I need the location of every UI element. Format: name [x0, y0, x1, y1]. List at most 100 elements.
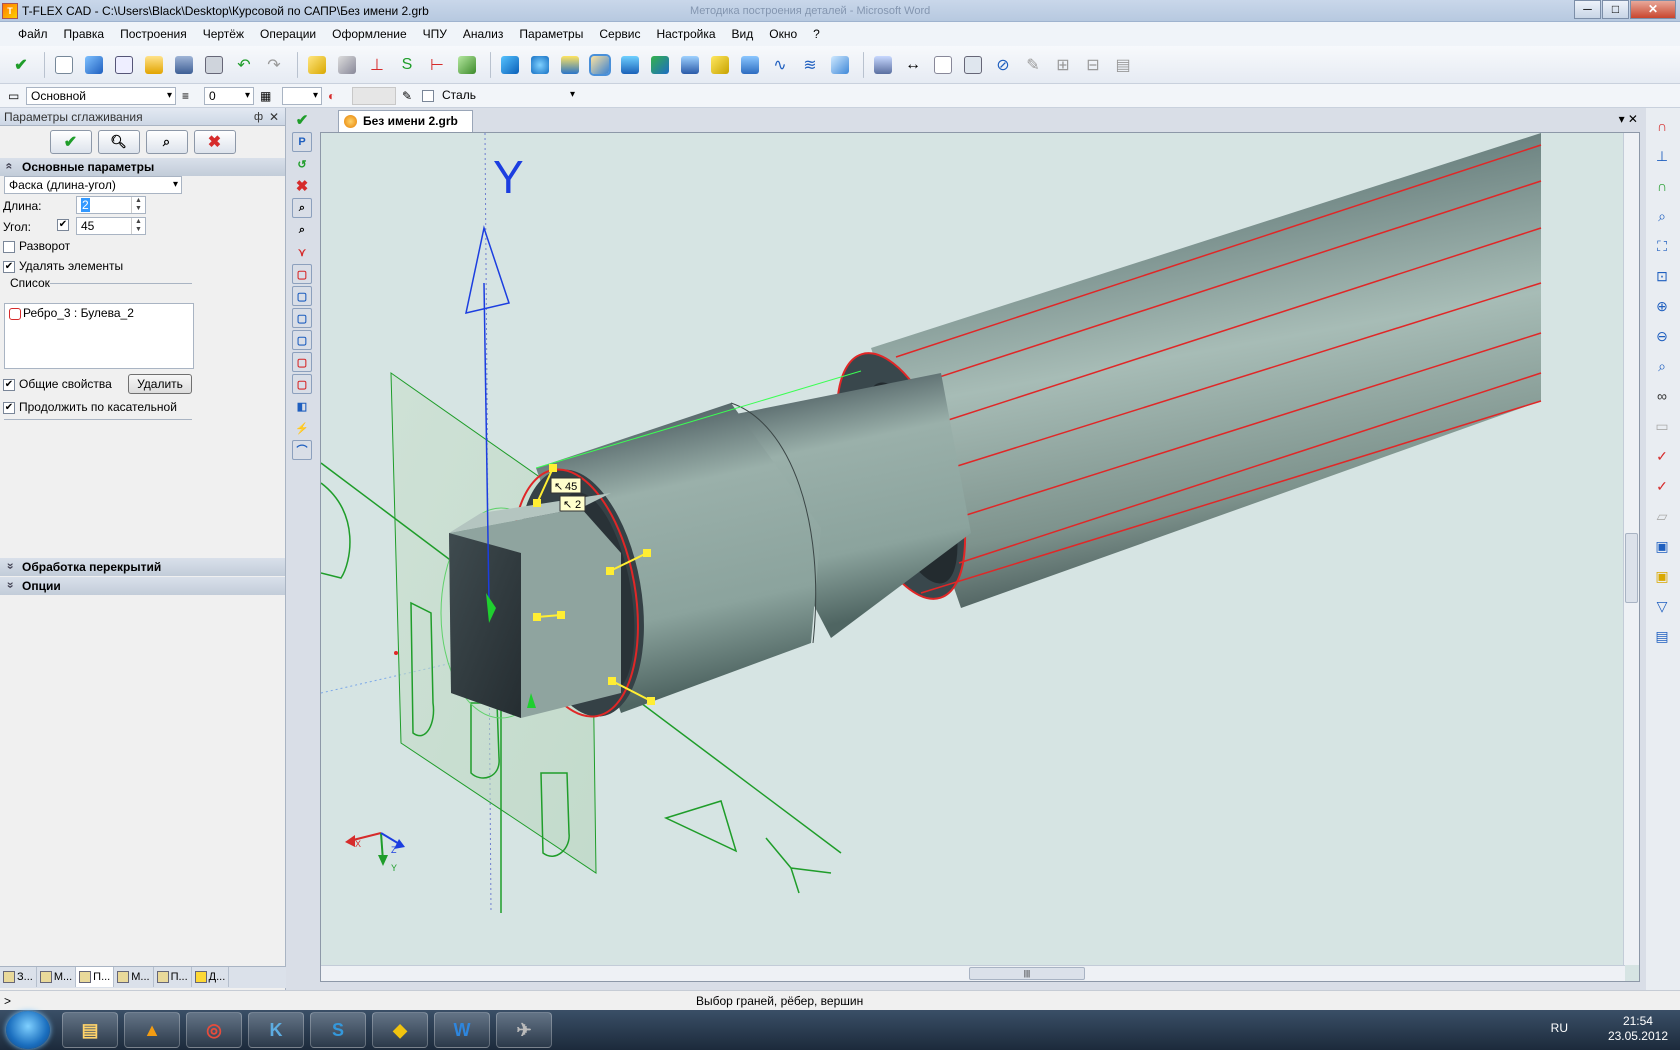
- angle-dimension-label[interactable]: ↖ 45: [550, 477, 582, 494]
- zoom-window-icon[interactable]: ⌕: [292, 198, 312, 218]
- elements-list[interactable]: Ребро_3 : Булева_2: [4, 303, 194, 369]
- delete-button[interactable]: Удалить: [128, 374, 192, 394]
- snap-magnet-icon[interactable]: ∩: [1650, 114, 1674, 138]
- tab-variables[interactable]: П...: [154, 967, 192, 987]
- chrome-task-icon[interactable]: ◎: [186, 1012, 242, 1048]
- select-loop-icon[interactable]: ▢: [292, 308, 312, 328]
- attach-icon[interactable]: ⊘: [990, 52, 1016, 78]
- menu-settings[interactable]: Настройка: [648, 27, 723, 41]
- ok-button[interactable]: ✔: [49, 130, 92, 154]
- 3d-path-icon[interactable]: S: [394, 52, 420, 78]
- length-input[interactable]: 2 ▲ ▼: [76, 196, 146, 214]
- dimension-icon[interactable]: ↔: [900, 52, 926, 78]
- menu-file[interactable]: Файл: [10, 27, 56, 41]
- eraser-icon[interactable]: ◧: [292, 396, 312, 416]
- boolean-icon[interactable]: [557, 52, 583, 78]
- delete-elements-row[interactable]: ✔ Удалять элементы: [3, 259, 123, 273]
- align-icon[interactable]: ⊞: [1050, 52, 1076, 78]
- angle-spinner[interactable]: ▲ ▼: [131, 218, 145, 234]
- zoom-out-icon[interactable]: ⊖: [1650, 324, 1674, 348]
- color-icon[interactable]: ◐: [328, 89, 352, 103]
- undo-icon[interactable]: ↶: [231, 52, 257, 78]
- aimp-task-icon[interactable]: ▲: [124, 1012, 180, 1048]
- curve-icon[interactable]: ⌒: [292, 440, 312, 460]
- menu-analysis[interactable]: Анализ: [455, 27, 512, 41]
- reverse-row[interactable]: Разворот: [3, 239, 70, 253]
- new-3d-icon[interactable]: [81, 52, 107, 78]
- zoom-window-view-icon[interactable]: ⌕: [1650, 204, 1674, 228]
- menu-operations[interactable]: Операции: [252, 27, 324, 41]
- panel-close-icon[interactable]: ✕: [269, 108, 279, 126]
- body-check-icon[interactable]: [870, 52, 896, 78]
- vertical-scroll-thumb[interactable]: [1625, 533, 1638, 603]
- zoom-select-icon[interactable]: ⌕: [292, 220, 312, 240]
- large-cylinder-body[interactable]: [871, 133, 1541, 608]
- maximize-button[interactable]: □: [1602, 0, 1629, 19]
- tab-diagnostics[interactable]: Д...: [192, 967, 230, 987]
- word-task-icon[interactable]: W: [434, 1012, 490, 1048]
- tab-3d-tree[interactable]: З...: [0, 967, 37, 987]
- pin-icon[interactable]: ф: [254, 108, 263, 126]
- menu-cnc[interactable]: ЧПУ: [415, 27, 455, 41]
- horizontal-scroll-thumb[interactable]: |||: [969, 967, 1085, 980]
- menu-window[interactable]: Окно: [761, 27, 805, 41]
- tools-icon[interactable]: ✎: [1020, 52, 1046, 78]
- delete-elements-checkbox[interactable]: ✔: [3, 260, 15, 273]
- scene-svg[interactable]: Y ↖ 45 ↖ 2 X Y Z: [321, 133, 1625, 965]
- menu-service[interactable]: Сервис: [591, 27, 648, 41]
- layers-view-icon[interactable]: ▭: [1650, 414, 1674, 438]
- material-checkbox[interactable]: [422, 89, 434, 102]
- menu-view[interactable]: Вид: [724, 27, 762, 41]
- select-chain-icon[interactable]: ▢: [292, 374, 312, 394]
- menu-drawing[interactable]: Чертёж: [195, 27, 252, 41]
- tflex-task-icon[interactable]: ◆: [372, 1012, 428, 1048]
- tab-parameters[interactable]: П...: [76, 967, 115, 987]
- language-indicator[interactable]: RU: [1551, 1021, 1568, 1035]
- common-props-row[interactable]: ✔ Общие свойства: [3, 377, 112, 391]
- spiral-icon[interactable]: ∿: [767, 52, 793, 78]
- close-window-button[interactable]: ✕: [1630, 0, 1676, 19]
- layer-select[interactable]: Основной: [26, 86, 176, 105]
- angle-checkbox[interactable]: ✔: [57, 219, 69, 231]
- apply-icon[interactable]: ✔: [292, 110, 312, 130]
- redo-icon[interactable]: ↷: [261, 52, 287, 78]
- key-block-face[interactable]: [449, 533, 521, 718]
- 3d-node-icon[interactable]: ⊥: [364, 52, 390, 78]
- group-icon[interactable]: ▤: [1110, 52, 1136, 78]
- priority-select[interactable]: [282, 86, 322, 105]
- filter-icon[interactable]: ⋎: [292, 242, 312, 262]
- menu-help[interactable]: ?: [805, 27, 828, 41]
- zoom-preview-button[interactable]: ⌕: [145, 130, 188, 154]
- rotate-icon[interactable]: [527, 52, 553, 78]
- tangent-checkbox[interactable]: ✔: [3, 401, 15, 414]
- common-props-checkbox[interactable]: ✔: [3, 378, 15, 391]
- chamfer-type-select[interactable]: Фаска (длина-угол): [4, 176, 182, 194]
- lcs-icon[interactable]: ⊢: [424, 52, 450, 78]
- yellow-cube-icon[interactable]: ▣: [1650, 564, 1674, 588]
- app-task-icon[interactable]: ✈: [496, 1012, 552, 1048]
- section-view-icon[interactable]: ▽: [1650, 594, 1674, 618]
- tab-model[interactable]: М...: [37, 967, 77, 987]
- 3d-viewport[interactable]: Y ↖ 45 ↖ 2 X Y Z |||: [320, 132, 1640, 982]
- level-select[interactable]: 0: [204, 86, 254, 105]
- select-face-icon[interactable]: ▢: [292, 264, 312, 284]
- cancel-button[interactable]: ✖: [193, 130, 236, 154]
- tab-model-2[interactable]: М...: [114, 967, 154, 987]
- cancel-selection-icon[interactable]: ✖: [292, 176, 312, 196]
- preview-button[interactable]: 🔍︎: [97, 130, 140, 154]
- select-body-icon[interactable]: ▢: [292, 352, 312, 372]
- fit-all-icon[interactable]: ⛶: [1650, 234, 1674, 258]
- kompas-task-icon[interactable]: K: [248, 1012, 304, 1048]
- menu-annotation[interactable]: Оформление: [324, 27, 414, 41]
- spring-icon[interactable]: ≋: [797, 52, 823, 78]
- document-tab[interactable]: Без имени 2.grb: [338, 110, 473, 132]
- check-multi-icon[interactable]: ✓: [1650, 474, 1674, 498]
- new-file-icon[interactable]: [51, 52, 77, 78]
- section-main-params[interactable]: Основные параметры: [0, 158, 285, 176]
- hidden-icon[interactable]: ▱: [1650, 504, 1674, 528]
- section-options[interactable]: Опции: [0, 577, 285, 595]
- save-icon[interactable]: [171, 52, 197, 78]
- params-icon[interactable]: P: [292, 132, 312, 152]
- select-edge-icon[interactable]: ▢: [292, 286, 312, 306]
- start-button[interactable]: [6, 1011, 50, 1049]
